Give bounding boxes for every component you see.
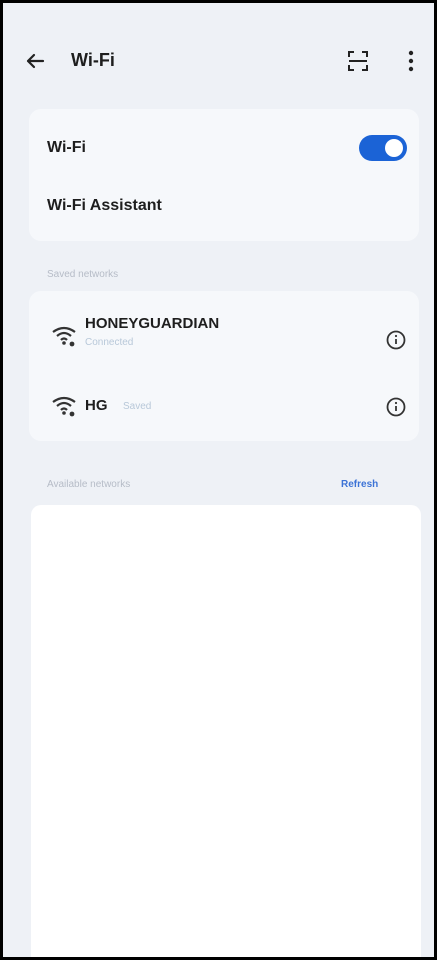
- wifi-assistant-item[interactable]: Wi-Fi Assistant: [47, 197, 162, 215]
- toggle-knob: [385, 139, 403, 157]
- available-networks-list: [31, 505, 421, 957]
- app-header: Wi-Fi: [3, 39, 434, 83]
- saved-network-item[interactable]: HONEYGUARDIAN Connected: [29, 291, 419, 366]
- network-name: HG: [85, 397, 108, 414]
- wifi-toggles-card: Wi-Fi Wi-Fi Assistant: [29, 109, 419, 241]
- network-status: Saved: [123, 401, 152, 412]
- available-networks-header: Available networks: [47, 479, 131, 490]
- wifi-signal-icon: [52, 396, 76, 417]
- status-bar: [3, 3, 434, 25]
- back-arrow-icon[interactable]: [23, 49, 47, 73]
- network-status: Connected: [85, 337, 134, 348]
- saved-networks-card: HONEYGUARDIAN Connected HG Saved: [29, 291, 419, 441]
- refresh-button[interactable]: Refresh: [341, 479, 378, 490]
- page-title: Wi-Fi: [71, 50, 115, 70]
- network-name: HONEYGUARDIAN: [85, 315, 220, 332]
- info-icon[interactable]: [385, 396, 407, 418]
- info-icon[interactable]: [385, 329, 407, 351]
- more-options-icon[interactable]: [401, 48, 421, 74]
- wifi-toggle-switch[interactable]: [359, 135, 407, 161]
- screen: Wi-Fi Wi-Fi Wi-Fi Assistant Saved networ…: [0, 0, 437, 960]
- scan-qr-icon[interactable]: [346, 49, 370, 73]
- saved-networks-header: Saved networks: [47, 269, 119, 280]
- wifi-signal-icon: [52, 326, 76, 347]
- wifi-toggle-label: Wi-Fi: [47, 139, 86, 156]
- saved-network-item[interactable]: HG Saved: [29, 375, 419, 435]
